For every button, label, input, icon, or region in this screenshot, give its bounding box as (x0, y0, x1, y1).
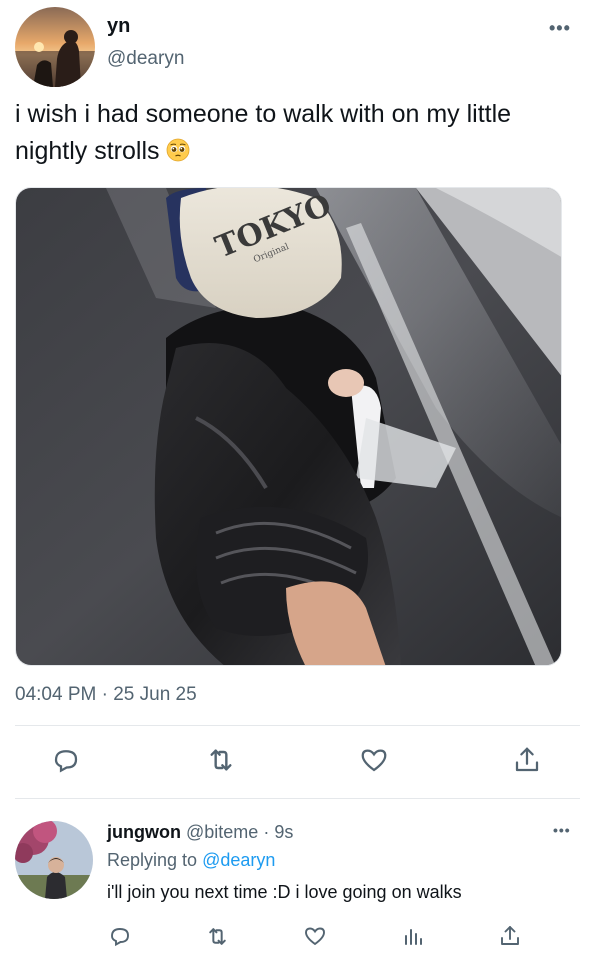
like-icon[interactable] (299, 920, 331, 952)
tweet-photo[interactable]: TOKYO Original (15, 187, 562, 666)
tweet-timestamp[interactable]: 04:04 PM · 25 Jun 25 (15, 684, 197, 706)
replying-to: Replying to @dearyn (107, 850, 275, 871)
share-icon[interactable] (507, 740, 547, 780)
divider (15, 798, 580, 799)
reply-avatar[interactable] (15, 821, 93, 899)
more-options-icon[interactable]: ••• (553, 822, 571, 838)
replying-to-label: Replying to (107, 850, 198, 870)
more-options-icon[interactable]: ••• (549, 18, 571, 39)
reply-icon[interactable] (46, 740, 86, 780)
analytics-icon[interactable] (397, 920, 429, 952)
retweet-icon[interactable] (201, 740, 241, 780)
pleading-face-emoji (166, 136, 190, 162)
author-handle[interactable]: @dearyn (107, 48, 184, 70)
tweet-actions (0, 740, 595, 786)
author-name[interactable]: yn (107, 15, 130, 38)
share-icon[interactable] (494, 920, 526, 952)
divider (15, 725, 580, 726)
reply-author-handle[interactable]: @biteme (186, 822, 258, 842)
tweet-text: i wish i had someone to walk with on my … (15, 96, 575, 170)
replying-to-mention[interactable]: @dearyn (202, 850, 275, 870)
reply-icon[interactable] (104, 920, 136, 952)
retweet-icon[interactable] (201, 920, 233, 952)
reply-header: jungwon @biteme · 9s (107, 822, 293, 843)
like-icon[interactable] (354, 740, 394, 780)
reply-author-name[interactable]: jungwon (107, 822, 181, 842)
reply-actions (0, 920, 595, 956)
reply-text: i'll join you next time :D i love going … (107, 882, 462, 902)
reply-time: · 9s (263, 822, 294, 842)
tweet-text-content: i wish i had someone to walk with on my … (15, 100, 512, 165)
author-avatar[interactable] (15, 7, 95, 87)
